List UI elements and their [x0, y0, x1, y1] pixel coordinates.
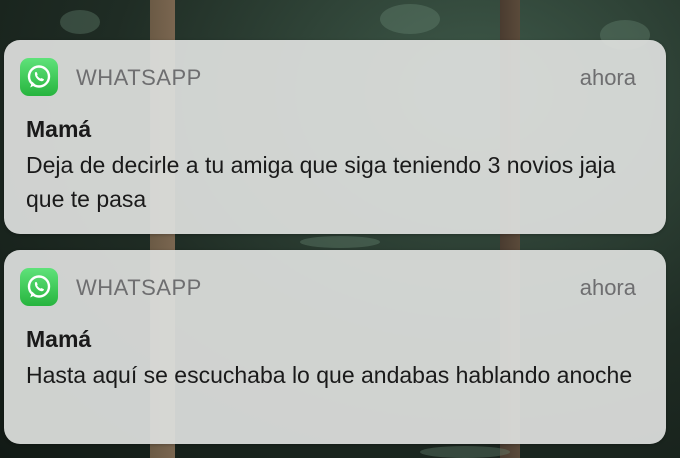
- app-name: WHATSAPP: [76, 65, 202, 90]
- wallpaper-foliage: [300, 236, 380, 248]
- notification-header: WHATSAPP ahora: [20, 58, 636, 96]
- wallpaper-foliage: [420, 446, 510, 458]
- notification-card[interactable]: WHATSAPP ahora Mamá Deja de decirle a tu…: [4, 40, 666, 234]
- notification-message: Deja de decirle a tu amiga que siga teni…: [26, 152, 616, 212]
- notification-card[interactable]: WHATSAPP ahora Mamá Hasta aquí se escuch…: [4, 250, 666, 444]
- notification-message: Hasta aquí se escuchaba lo que andabas h…: [26, 362, 633, 388]
- notification-sender: Mamá: [26, 326, 92, 352]
- wallpaper-foliage: [60, 10, 100, 34]
- notification-time: ahora: [579, 275, 636, 300]
- whatsapp-icon: [20, 268, 58, 306]
- notification-sender: Mamá: [26, 116, 92, 142]
- whatsapp-icon: [20, 58, 58, 96]
- app-name: WHATSAPP: [76, 275, 202, 300]
- notification-time: ahora: [579, 65, 636, 90]
- notification-header: WHATSAPP ahora: [20, 268, 636, 306]
- wallpaper-foliage: [380, 4, 440, 34]
